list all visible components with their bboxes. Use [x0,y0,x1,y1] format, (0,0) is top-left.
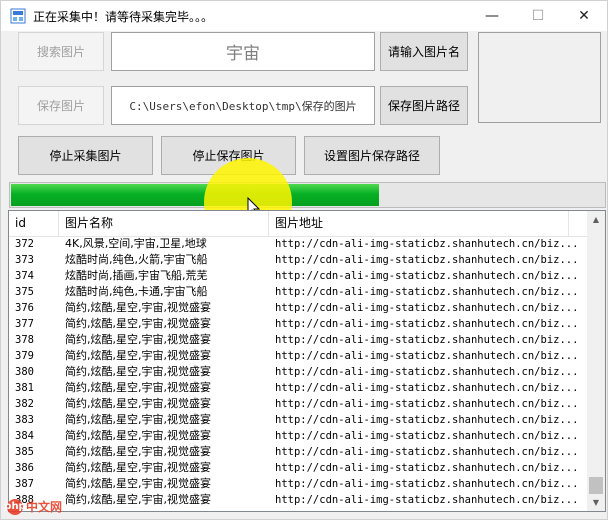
row-id: 381 [15,382,34,394]
scroll-thumb[interactable] [589,477,603,494]
window-title: 正在采集中！请等待采集完毕。。。 [33,10,214,24]
list-header: id 图片名称 图片地址 [9,211,587,237]
row-name: 简约,炫酷,星空,宇宙,视觉盛宴 [65,317,211,330]
watermark: php 中文网 [4,498,63,515]
row-url: http://cdn-ali-img-staticbz.shanhutech.c… [275,398,579,410]
row-name: 简约,炫酷,星空,宇宙,视觉盛宴 [65,349,211,362]
row-url: http://cdn-ali-img-staticbz.shanhutech.c… [275,366,579,378]
list-item[interactable]: 387 简约,炫酷,星空,宇宙,视觉盛宴 http://cdn-ali-img-st… [9,476,587,492]
list-item[interactable]: 381 简约,炫酷,星空,宇宙,视觉盛宴 http://cdn-ali-img-st… [9,380,587,396]
row-name: 简约,炫酷,星空,宇宙,视觉盛宴 [65,413,211,426]
list-item[interactable]: 372 4K,风景,空间,宇宙,卫星,地球 http://cdn-ali-img-s… [9,236,587,252]
row-name: 简约,炫酷,星空,宇宙,视觉盛宴 [65,333,211,346]
list-item[interactable]: 382 简约,炫酷,星空,宇宙,视觉盛宴 http://cdn-ali-img-st… [9,396,587,412]
watermark-text: 中文网 [26,500,63,514]
row-url: http://cdn-ali-img-staticbz.shanhutech.c… [275,254,579,266]
row-name: 简约,炫酷,星空,宇宙,视觉盛宴 [65,461,211,474]
row-id: 376 [15,302,34,314]
row-id: 377 [15,318,34,330]
list-item[interactable]: 377 简约,炫酷,星空,宇宙,视觉盛宴 http://cdn-ali-img-st… [9,316,587,332]
row-name: 4K,风景,空间,宇宙,卫星,地球 [65,237,207,250]
row-id: 380 [15,366,34,378]
close-icon[interactable]: ✕ [561,1,607,31]
row-url: http://cdn-ali-img-staticbz.shanhutech.c… [275,430,579,442]
row-name: 简约,炫酷,星空,宇宙,视觉盛宴 [65,301,211,314]
list-item[interactable]: 376 简约,炫酷,星空,宇宙,视觉盛宴 http://cdn-ali-img-st… [9,300,587,316]
progress-fill [11,184,379,206]
search-image-button[interactable]: 搜索图片 [18,32,104,71]
stop-collect-button[interactable]: 停止采集图片 [18,136,153,175]
save-path-input[interactable]: C:\Users\efon\Desktop\tmp\保存的图片 [111,86,375,125]
enter-image-name-button[interactable]: 请输入图片名 [380,32,468,71]
watermark-logo-icon: php [4,498,26,515]
row-id: 373 [15,254,34,266]
row-url: http://cdn-ali-img-staticbz.shanhutech.c… [275,334,579,346]
row-url: http://cdn-ali-img-staticbz.shanhutech.c… [275,318,579,330]
keyword-input[interactable]: 宇宙 [111,32,375,71]
row-url: http://cdn-ali-img-staticbz.shanhutech.c… [275,446,579,458]
row-url: http://cdn-ali-img-staticbz.shanhutech.c… [275,270,579,282]
row-url: http://cdn-ali-img-staticbz.shanhutech.c… [275,286,579,298]
maximize-icon[interactable]: ☐ [515,1,561,31]
image-preview [478,32,601,123]
list-item[interactable]: 373 炫酷时尚,纯色,火箭,宇宙飞船 http://cdn-ali-img-sta… [9,252,587,268]
list-item[interactable]: 379 简约,炫酷,星空,宇宙,视觉盛宴 http://cdn-ali-img-st… [9,348,587,364]
row-id: 378 [15,334,34,346]
row-id: 375 [15,286,34,298]
row-id: 387 [15,478,34,490]
column-header-url[interactable]: 图片地址 [269,211,569,236]
row-url: http://cdn-ali-img-staticbz.shanhutech.c… [275,462,579,474]
row-url: http://cdn-ali-img-staticbz.shanhutech.c… [275,238,579,250]
list-item[interactable]: 384 简约,炫酷,星空,宇宙,视觉盛宴 http://cdn-ali-img-st… [9,428,587,444]
row-url: http://cdn-ali-img-staticbz.shanhutech.c… [275,350,579,362]
scroll-down-icon[interactable]: ▼ [587,494,605,511]
list-item[interactable]: 375 炫酷时尚,纯色,卡通,宇宙飞船 http://cdn-ali-img-sta… [9,284,587,300]
app-window: 正在采集中！请等待采集完毕。。。 — ☐ ✕ 搜索图片 宇宙 请输入图片名 保存… [0,0,608,520]
list-rows: 372 4K,风景,空间,宇宙,卫星,地球 http://cdn-ali-img-s… [9,236,587,508]
row-id: 379 [15,350,34,362]
set-save-path-button[interactable]: 设置图片保存路径 [304,136,440,175]
row-name: 简约,炫酷,星空,宇宙,视觉盛宴 [65,381,211,394]
row-name: 简约,炫酷,星空,宇宙,视觉盛宴 [65,397,211,410]
save-image-path-button[interactable]: 保存图片路径 [380,86,468,125]
row-url: http://cdn-ali-img-staticbz.shanhutech.c… [275,478,579,490]
list-item[interactable]: 378 简约,炫酷,星空,宇宙,视觉盛宴 http://cdn-ali-img-st… [9,332,587,348]
list-item[interactable]: 386 简约,炫酷,星空,宇宙,视觉盛宴 http://cdn-ali-img-st… [9,460,587,476]
row-id: 386 [15,462,34,474]
progress-bar [9,182,606,208]
list-item[interactable]: 374 炫酷时尚,插画,宇宙飞船,荒芜 http://cdn-ali-img-sta… [9,268,587,284]
row-id: 382 [15,398,34,410]
row-url: http://cdn-ali-img-staticbz.shanhutech.c… [275,382,579,394]
row-url: http://cdn-ali-img-staticbz.shanhutech.c… [275,414,579,426]
column-header-id[interactable]: id [9,211,59,236]
row-name: 简约,炫酷,星空,宇宙,视觉盛宴 [65,365,211,378]
row-name: 炫酷时尚,插画,宇宙飞船,荒芜 [65,269,208,282]
row-id: 385 [15,446,34,458]
row-name: 简约,炫酷,星空,宇宙,视觉盛宴 [65,445,211,458]
row-name: 炫酷时尚,纯色,卡通,宇宙飞船 [65,285,208,298]
row-name: 简约,炫酷,星空,宇宙,视觉盛宴 [65,493,211,506]
save-image-button[interactable]: 保存图片 [18,86,104,125]
scroll-up-icon[interactable]: ▲ [587,211,605,228]
row-id: 384 [15,430,34,442]
app-icon [10,8,26,24]
minimize-icon[interactable]: — [469,1,515,31]
list-item[interactable]: 388 简约,炫酷,星空,宇宙,视觉盛宴 http://cdn-ali-img-st… [9,492,587,508]
row-id: 372 [15,238,34,250]
title-bar: 正在采集中！请等待采集完毕。。。 — ☐ ✕ [1,1,607,31]
row-name: 炫酷时尚,纯色,火箭,宇宙飞船 [65,253,208,266]
list-item[interactable]: 385 简约,炫酷,星空,宇宙,视觉盛宴 http://cdn-ali-img-st… [9,444,587,460]
column-header-name[interactable]: 图片名称 [59,211,269,236]
row-id: 374 [15,270,34,282]
vertical-scrollbar[interactable]: ▲ ▼ [587,211,605,511]
row-name: 简约,炫酷,星空,宇宙,视觉盛宴 [65,477,211,490]
row-name: 简约,炫酷,星空,宇宙,视觉盛宴 [65,429,211,442]
row-url: http://cdn-ali-img-staticbz.shanhutech.c… [275,302,579,314]
list-item[interactable]: 380 简约,炫酷,星空,宇宙,视觉盛宴 http://cdn-ali-img-st… [9,364,587,380]
image-list[interactable]: id 图片名称 图片地址 372 4K,风景,空间,宇宙,卫星,地球 http://… [8,210,606,512]
row-url: http://cdn-ali-img-staticbz.shanhutech.c… [275,494,579,506]
row-id: 383 [15,414,34,426]
list-item[interactable]: 383 简约,炫酷,星空,宇宙,视觉盛宴 http://cdn-ali-img-st… [9,412,587,428]
